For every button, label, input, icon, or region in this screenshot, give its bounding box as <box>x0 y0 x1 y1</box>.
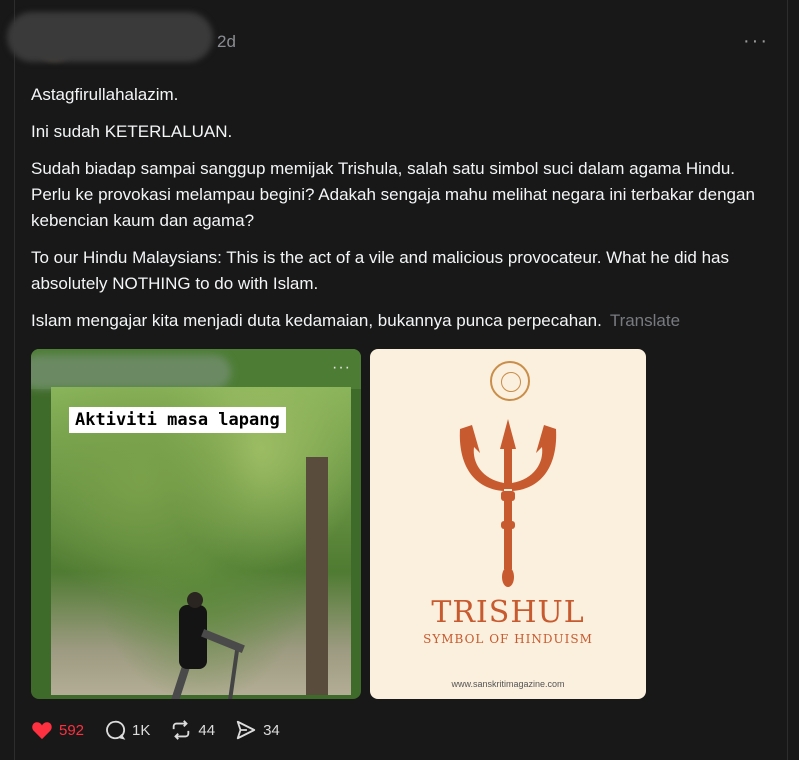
share-button[interactable]: 34 <box>235 719 280 741</box>
comment-icon <box>106 720 126 740</box>
forest-scene <box>51 387 351 699</box>
post-time: 2d <box>217 32 236 51</box>
media-image[interactable]: TRISHUL SYMBOL OF HINDUISM www.sanskriti… <box>370 349 646 699</box>
send-icon <box>236 720 256 740</box>
post-text: Astagfirullahalazim. Ini sudah KETERLALU… <box>31 82 776 345</box>
repost-button[interactable]: 44 <box>170 719 215 741</box>
like-count: 592 <box>59 721 85 739</box>
trishul-title: TRISHUL <box>431 595 585 630</box>
video-caption: Aktiviti masa lapang <box>69 407 286 433</box>
username-blurred[interactable] <box>7 12 213 62</box>
translate-link[interactable]: Translate <box>610 311 680 330</box>
action-bar: 592 1K 44 34 <box>31 716 300 744</box>
more-options-icon[interactable]: ··· <box>743 30 769 53</box>
repost-icon <box>173 720 190 740</box>
like-button[interactable]: 592 <box>31 720 84 740</box>
seal-logo-icon <box>490 361 530 401</box>
tree-trunk <box>306 457 328 695</box>
trishul-subtitle: SYMBOL OF HINDUISM <box>423 632 593 646</box>
paragraph-5-text: Islam mengajar kita menjadi duta kedamai… <box>31 311 602 330</box>
embedded-header: ··· <box>31 349 361 389</box>
post-header: 2d ··· <box>7 0 787 80</box>
embedded-username-blurred <box>31 355 231 389</box>
repost-count: 44 <box>198 721 216 739</box>
share-count: 34 <box>263 721 280 739</box>
comment-button[interactable]: 1K <box>104 719 150 741</box>
comment-count: 1K <box>132 721 151 739</box>
post-card: 2d ··· Astagfirullahalazim. Ini sudah KE… <box>7 0 788 760</box>
person-kicking-leg <box>201 629 245 653</box>
paragraph-3: Sudah biadap sampai sanggup memijak Tris… <box>31 159 755 230</box>
paragraph-2: Ini sudah KETERLALUAN. <box>31 122 233 141</box>
person-leg <box>170 664 190 699</box>
source-url: www.sanskritimagazine.com <box>451 679 565 689</box>
trishula-object <box>226 649 240 699</box>
paragraph-1: Astagfirullahalazim. <box>31 85 179 104</box>
trishul-icon <box>459 419 557 587</box>
heart-icon <box>32 722 52 740</box>
media-video[interactable]: ··· Aktiviti masa lapang <box>31 349 361 699</box>
embedded-more-icon: ··· <box>332 359 351 376</box>
paragraph-5: Islam mengajar kita menjadi duta kedamai… <box>31 308 776 334</box>
paragraph-4: To our Hindu Malaysians: This is the act… <box>31 248 729 293</box>
person-head <box>187 592 203 608</box>
